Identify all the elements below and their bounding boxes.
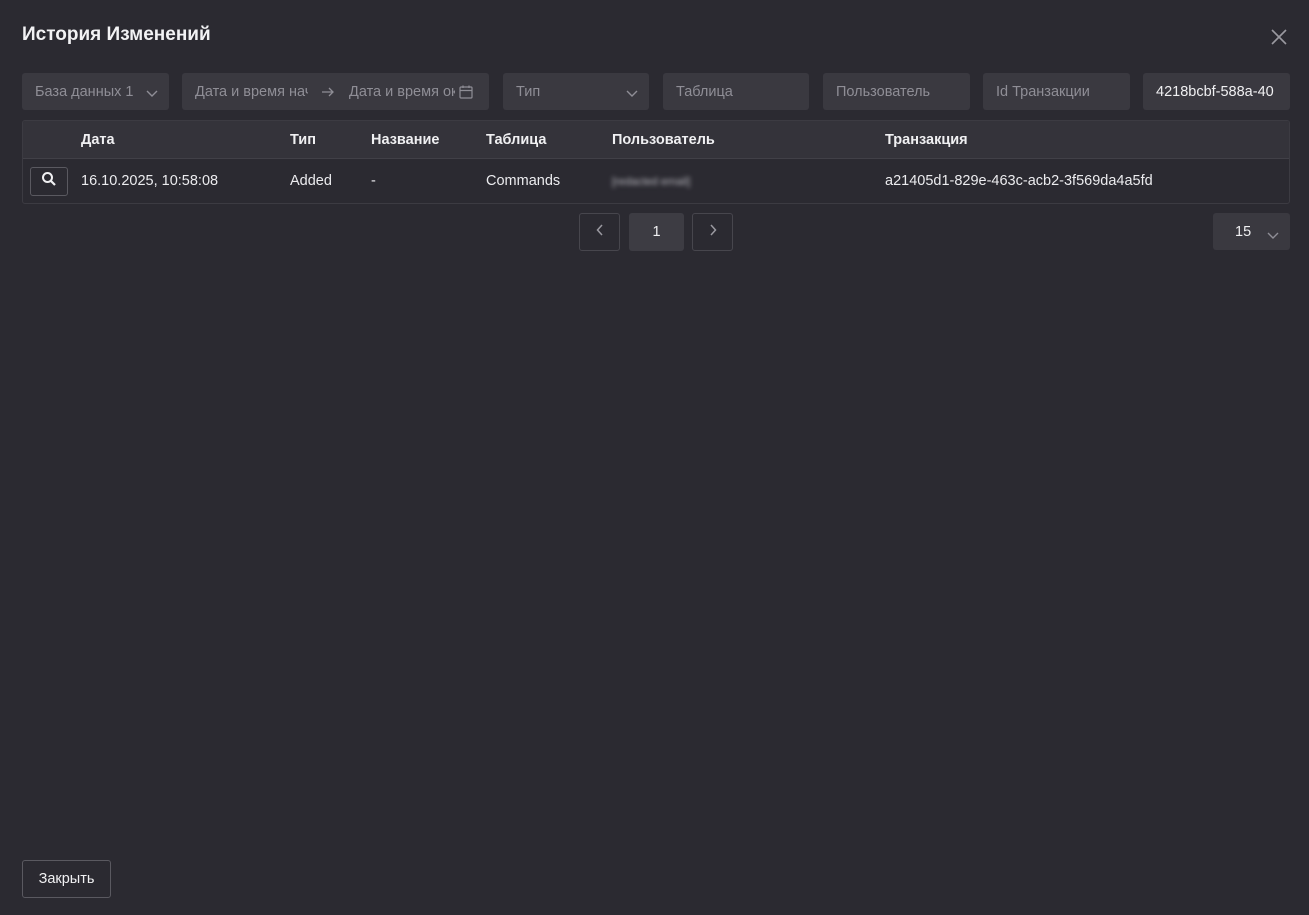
- chevron-right-icon: [709, 223, 717, 241]
- column-header-transaction: Транзакция: [885, 132, 968, 148]
- cell-name: -: [371, 173, 376, 189]
- type-select-placeholder: Тип: [516, 83, 541, 100]
- column-header-type: Тип: [290, 132, 316, 148]
- chevron-down-icon: [1267, 228, 1279, 244]
- view-details-button[interactable]: [30, 167, 68, 196]
- search-icon: [41, 171, 57, 192]
- column-header-date: Дата: [81, 132, 115, 148]
- page-size-value: 15: [1235, 224, 1252, 240]
- user-filter-input[interactable]: Пользователь: [823, 73, 970, 110]
- column-header-user: Пользователь: [612, 132, 715, 148]
- close-icon[interactable]: [1268, 26, 1290, 48]
- cell-table: Commands: [486, 173, 561, 189]
- table-filter-input[interactable]: Таблица: [663, 73, 809, 110]
- prev-page-button[interactable]: [579, 213, 620, 251]
- column-header-name: Название: [371, 132, 440, 148]
- chevron-left-icon: [595, 223, 604, 241]
- cell-transaction: a21405d1-829e-463c-acb2-3f569da4a5fd: [885, 173, 1153, 189]
- chevron-down-icon: [146, 86, 158, 102]
- table-header: Дата Тип Название Таблица Пользователь Т…: [23, 121, 1289, 159]
- history-dialog: История Изменений База данных 1 Дата и в…: [0, 0, 1309, 915]
- transaction-id-input[interactable]: Id Транзакции: [983, 73, 1130, 110]
- page-size-select[interactable]: 15: [1213, 213, 1290, 250]
- column-header-table: Таблица: [486, 132, 547, 148]
- cell-date: 16.10.2025, 10:58:08: [81, 173, 219, 189]
- calendar-icon[interactable]: [459, 85, 473, 103]
- cell-type: Added: [290, 173, 332, 189]
- page-button-current[interactable]: 1: [629, 213, 684, 251]
- next-page-button[interactable]: [692, 213, 733, 251]
- type-select[interactable]: Тип: [503, 73, 649, 110]
- cell-user: [redacted email]: [612, 176, 691, 188]
- history-table: Дата Тип Название Таблица Пользователь Т…: [22, 120, 1290, 204]
- arrow-right-icon: [321, 86, 335, 102]
- chevron-down-icon: [626, 86, 638, 102]
- date-to-input[interactable]: Дата и время окончания: [349, 84, 455, 100]
- date-range-picker[interactable]: Дата и время начала Дата и время окончан…: [182, 73, 489, 110]
- dialog-title: История Изменений: [22, 24, 211, 45]
- close-button[interactable]: Закрыть: [22, 860, 111, 898]
- database-select[interactable]: База данных 1: [22, 73, 169, 110]
- database-select-value: База данных 1: [35, 83, 134, 100]
- search-value-input[interactable]: 4218bcbf-588a-40: [1143, 73, 1290, 110]
- table-row: 16.10.2025, 10:58:08 Added - Commands [r…: [23, 159, 1289, 203]
- date-from-input[interactable]: Дата и время начала: [195, 84, 308, 100]
